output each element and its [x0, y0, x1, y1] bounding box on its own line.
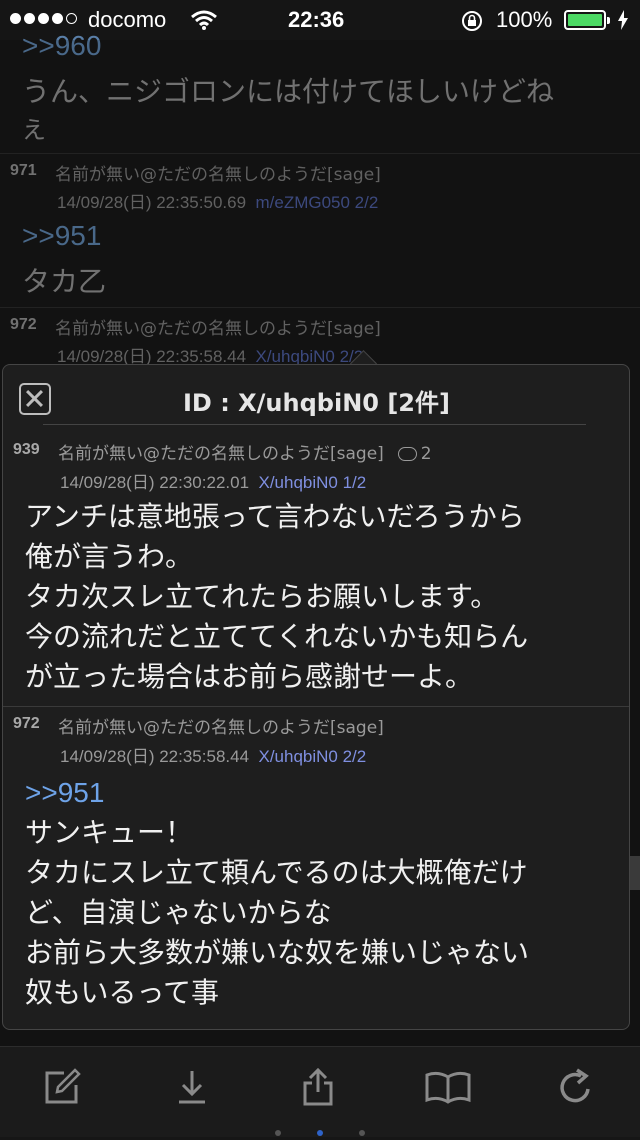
- charging-icon: [618, 10, 628, 30]
- divider: [43, 424, 586, 425]
- post-body-line: タカ次スレ立てれたらお願いします。: [25, 580, 499, 613]
- post-body-line: が立った場合はお前ら感謝せーよ。: [25, 660, 474, 693]
- post-number[interactable]: 972: [13, 715, 40, 733]
- post-body-line: 奴もいるって事: [25, 976, 220, 1009]
- post-body: アンチは意地張って言わないだろうから 俺が言うわ。 タカ次スレ立てれたらお願いし…: [25, 497, 528, 697]
- post-body-line: アンチは意地張って言わないだろうから: [25, 500, 525, 533]
- page-indicator[interactable]: [0, 1121, 640, 1140]
- post-body-line: お前ら大多数が嫌いな奴を嫌いじゃない: [25, 936, 530, 969]
- bookmark-icon[interactable]: [424, 1067, 472, 1107]
- close-button[interactable]: [19, 383, 51, 415]
- battery-icon: [564, 10, 610, 30]
- scroll-indicator[interactable]: [630, 856, 640, 890]
- post-body-line: 俺が言うわ。: [25, 540, 194, 573]
- wifi-icon: [191, 10, 217, 30]
- rotation-lock-icon: [462, 11, 482, 31]
- battery-percent: 100%: [496, 7, 553, 32]
- download-icon[interactable]: [172, 1067, 212, 1107]
- post-body-line: サンキュー！: [25, 816, 194, 849]
- post-body-line: 今の流れだと立ててくれないかも知らん: [25, 620, 529, 653]
- post-author: 名前が無い@ただの名無しのようだ[sage] 2: [58, 444, 432, 464]
- popup-title: ID : X/uhqbiN0 [2件]: [183, 389, 450, 417]
- compose-icon[interactable]: [42, 1067, 82, 1107]
- post-id-link[interactable]: X/uhqbiN0 2/2: [258, 747, 366, 766]
- divider: [3, 706, 629, 707]
- reply-count-badge[interactable]: 2: [397, 444, 432, 464]
- refresh-icon[interactable]: [556, 1067, 596, 1107]
- post-number[interactable]: 939: [13, 441, 40, 459]
- signal-strength-icon: [10, 13, 77, 24]
- bottom-toolbar: [0, 1046, 640, 1137]
- share-icon[interactable]: [298, 1067, 338, 1107]
- post-date: 14/09/28(日) 22:30:22.01 X/uhqbiN0 1/2: [60, 473, 367, 492]
- post-id-link[interactable]: X/uhqbiN0 1/2: [258, 473, 366, 492]
- id-popup: ID : X/uhqbiN0 [2件] 939 名前が無い@ただの名無しのようだ…: [2, 364, 630, 1030]
- post-date: 14/09/28(日) 22:35:58.44 X/uhqbiN0 2/2: [60, 747, 367, 766]
- post-body-line: ど、自演じゃないからな: [25, 896, 332, 929]
- post-author: 名前が無い@ただの名無しのようだ[sage]: [58, 718, 384, 738]
- post-body-line: タカにスレ立て頼んでるのは大概俺だけ: [25, 856, 528, 889]
- speech-bubble-icon: [397, 447, 417, 461]
- reply-anchor-link[interactable]: >>951: [25, 773, 529, 813]
- post-body: >>951 サンキュー！ タカにスレ立て頼んでるのは大概俺だけ ど、自演じゃない…: [25, 773, 529, 1013]
- clock: 22:36: [288, 7, 345, 32]
